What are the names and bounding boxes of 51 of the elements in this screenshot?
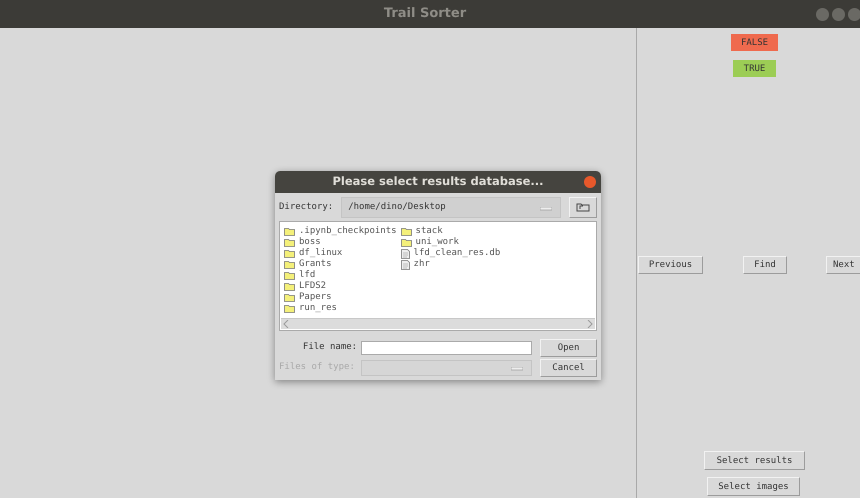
folder-icon — [284, 293, 295, 302]
nav-button[interactable]: Next — [826, 256, 860, 274]
file-name[interactable]: run_res — [299, 303, 337, 314]
select-button[interactable]: Select images — [707, 477, 800, 496]
minimize-button[interactable] — [816, 8, 829, 21]
folder-icon — [400, 238, 412, 247]
file-name[interactable]: df_linux — [299, 248, 342, 259]
folder-icon — [400, 227, 412, 236]
file-name-label: File name: — [302, 341, 358, 354]
folder-icon — [284, 227, 295, 236]
tag-button[interactable]: TRUE — [733, 60, 776, 77]
dropdown-icon — [511, 367, 524, 371]
file-name[interactable]: .ipynb_checkpoints — [299, 226, 397, 237]
file-name[interactable]: lfd — [299, 270, 316, 281]
scroll-right-icon[interactable] — [587, 320, 593, 328]
dropdown-icon — [540, 207, 552, 211]
scroll-left-icon[interactable] — [283, 320, 289, 328]
nav-button[interactable]: Previous — [638, 256, 703, 274]
directory-label: Directory: — [279, 200, 334, 214]
folder-icon — [284, 271, 295, 280]
file-name[interactable]: zhr — [414, 259, 430, 270]
parent-directory-button[interactable] — [569, 197, 597, 218]
horizontal-scrollbar[interactable] — [281, 318, 595, 329]
close-button[interactable] — [584, 176, 596, 188]
folder-icon — [284, 249, 295, 258]
nav-button[interactable]: Find — [743, 256, 787, 274]
file-name[interactable]: stack — [416, 226, 443, 237]
file-name[interactable]: Papers — [299, 292, 332, 303]
maximize-button[interactable] — [832, 8, 845, 21]
file-name-field[interactable] — [361, 341, 532, 355]
cancel-button[interactable]: Cancel — [540, 359, 597, 377]
folder-icon — [284, 282, 295, 291]
file-icon — [400, 260, 410, 270]
file-name[interactable]: boss — [299, 237, 321, 248]
file-list[interactable]: .ipynb_checkpoints boss df_linux Grants lfd LFDS2 Papers run_res stack uni_work lfd_clean_res.db zhr — [279, 221, 597, 331]
directory-dropdown[interactable]: /home/dino/Desktop — [341, 197, 561, 218]
folder-icon — [284, 238, 295, 247]
window-title: Trail Sorter — [384, 5, 466, 24]
tag-button[interactable]: FALSE — [731, 34, 778, 51]
file-name[interactable]: lfd_clean_res.db — [414, 248, 500, 259]
select-button[interactable]: Select results — [704, 451, 805, 470]
file-name[interactable]: LFDS2 — [299, 281, 326, 292]
file-name[interactable]: Grants — [299, 259, 332, 270]
open-button[interactable]: Open — [540, 339, 598, 357]
file-icon — [400, 248, 410, 258]
folder-up-icon — [576, 202, 590, 212]
folder-icon — [284, 304, 295, 313]
dialog-title: Please select results database... — [332, 173, 544, 190]
close-button[interactable] — [848, 8, 860, 21]
file-name[interactable]: uni_work — [416, 237, 459, 248]
folder-icon — [284, 260, 295, 269]
